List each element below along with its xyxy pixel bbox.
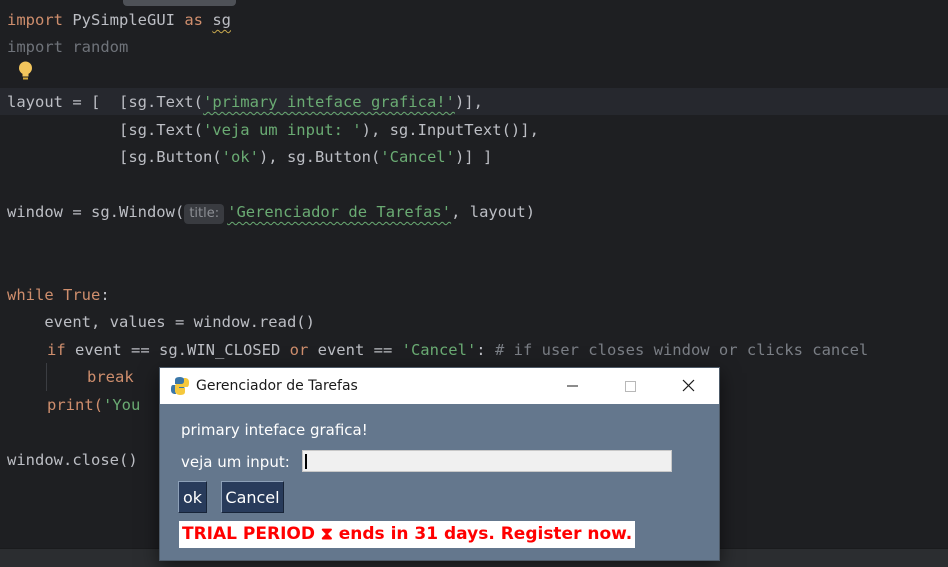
primary-text: primary inteface grafica! xyxy=(181,421,368,439)
code-line-5[interactable]: [sg.Text('veja um input: '), sg.InputTex… xyxy=(7,117,539,143)
text-input[interactable] xyxy=(302,450,672,472)
code-line-13[interactable]: if event == sg.WIN_CLOSED or event == 'C… xyxy=(47,337,868,363)
code-line-4[interactable]: layout = [ [sg.Text('primary inteface gr… xyxy=(7,89,483,115)
window-titlebar[interactable]: Gerenciador de Tarefas xyxy=(160,368,719,404)
code-line-8[interactable]: window = sg.Window(title: 'Gerenciador de… xyxy=(7,199,535,225)
code-line-12[interactable]: event, values = window.read() xyxy=(7,309,315,335)
trial-period-banner[interactable]: TRIAL PERIOD ⧗ ends in 31 days. Register… xyxy=(179,521,636,548)
text-caret xyxy=(305,454,307,469)
parameter-hint: title: xyxy=(184,204,225,224)
ok-button[interactable]: ok xyxy=(178,481,207,513)
code-line-15[interactable]: print('You xyxy=(47,392,140,418)
code-line-14[interactable]: break xyxy=(87,364,134,390)
window-title: Gerenciador de Tarefas xyxy=(196,378,358,394)
code-line-2[interactable]: import random xyxy=(7,34,128,60)
pysimplegui-window: Gerenciador de Tarefas primary inteface … xyxy=(159,367,720,561)
code-line-6[interactable]: [sg.Button('ok'), sg.Button('Cancel')] ] xyxy=(7,144,492,170)
input-label: veja um input: xyxy=(181,453,290,471)
close-icon[interactable] xyxy=(661,368,719,404)
horizontal-scrollbar[interactable] xyxy=(123,0,236,6)
indent-guide xyxy=(46,363,47,391)
code-line-1[interactable]: import PySimpleGUI as sg xyxy=(7,7,231,33)
lightbulb-icon[interactable] xyxy=(17,60,34,82)
python-logo-icon xyxy=(171,377,189,395)
maximize-icon[interactable] xyxy=(601,368,659,404)
minimize-icon[interactable] xyxy=(543,368,601,404)
code-line-11[interactable]: while True: xyxy=(7,282,110,308)
cancel-button[interactable]: Cancel xyxy=(221,481,284,513)
code-line-17[interactable]: window.close() xyxy=(7,447,138,473)
